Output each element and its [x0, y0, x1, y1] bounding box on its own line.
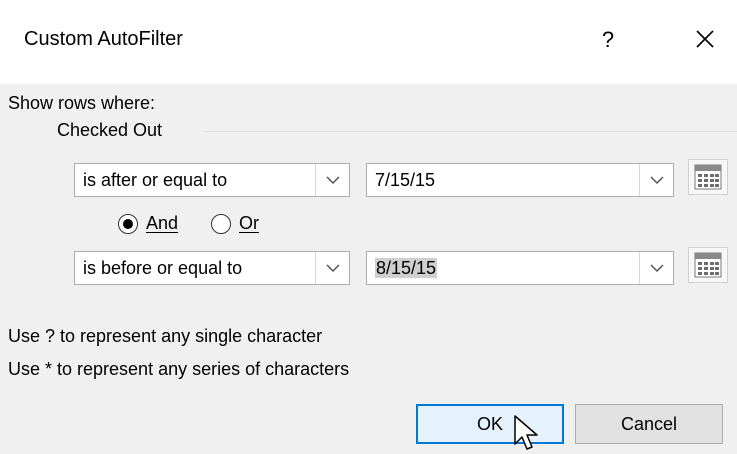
chevron-down-icon[interactable] [639, 252, 673, 284]
or-radio[interactable]: Or [211, 213, 259, 234]
and-radio[interactable]: And [118, 213, 178, 234]
value2-selected-text: 8/15/15 [375, 258, 438, 278]
radio-selected-icon [118, 213, 138, 234]
group-divider [204, 131, 737, 132]
radio-unselected-icon [211, 213, 231, 234]
close-icon [696, 30, 714, 48]
operator2-dropdown[interactable]: is before or equal to [74, 251, 350, 285]
value1-text[interactable]: 7/15/15 [375, 170, 435, 191]
and-label: And [146, 213, 179, 233]
cancel-button[interactable]: Cancel [575, 404, 723, 444]
chevron-down-icon[interactable] [315, 164, 349, 196]
operator1-value: is after or equal to [83, 170, 228, 190]
close-button[interactable] [688, 22, 722, 56]
chevron-down-icon[interactable] [639, 164, 673, 196]
dialog-title: Custom AutoFilter [24, 28, 183, 50]
ok-button[interactable]: OK [416, 404, 564, 444]
calendar-icon [694, 164, 722, 190]
operator1-dropdown[interactable]: is after or equal to [74, 163, 350, 197]
field-group-label: Checked Out [57, 120, 163, 140]
value2-text[interactable]: 8/15/15 [375, 258, 438, 279]
calendar2-button[interactable] [688, 247, 728, 283]
value2-combobox[interactable]: 8/15/15 [366, 251, 674, 285]
operator2-value: is before or equal to [83, 258, 243, 278]
calendar1-button[interactable] [688, 159, 728, 195]
calendar-icon [694, 252, 722, 278]
help-button[interactable]: ? [594, 24, 622, 56]
dialog-titlebar: Custom AutoFilter ? [0, 0, 737, 84]
chevron-down-icon[interactable] [315, 252, 349, 284]
value1-combobox[interactable]: 7/15/15 [366, 163, 674, 197]
hint-single-char: Use ? to represent any single character [8, 326, 323, 346]
show-rows-label: Show rows where: [8, 93, 156, 113]
or-label: Or [239, 213, 259, 233]
hint-series-chars: Use * to represent any series of charact… [8, 359, 350, 379]
